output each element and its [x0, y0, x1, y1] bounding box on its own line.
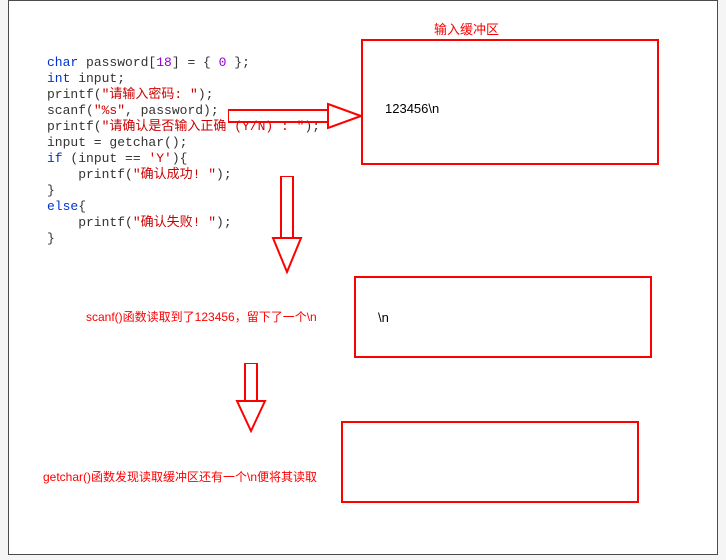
arrow-down-2-icon — [233, 363, 269, 438]
buffer-box-3 — [341, 421, 639, 503]
arrow-down-1-icon — [269, 176, 305, 279]
buffer-title: 输入缓冲区 — [434, 19, 499, 38]
arrow-right-icon — [228, 101, 363, 136]
caption-scanf: scanf()函数读取到了123456，留下了一个\n — [86, 308, 317, 325]
diagram-canvas: char password[18] = { 0 }; int input; pr… — [8, 0, 718, 555]
buffer-box-2: \n — [354, 276, 652, 358]
buffer-2-content: \n — [378, 310, 389, 325]
kw-int: int — [47, 71, 70, 86]
buffer-box-1: 123456\n — [361, 39, 659, 165]
kw-char: char — [47, 55, 78, 70]
buffer-1-content: 123456\n — [385, 101, 439, 116]
caption-getchar: getchar()函数发现读取缓冲区还有一个\n便将其读取 — [43, 468, 317, 485]
